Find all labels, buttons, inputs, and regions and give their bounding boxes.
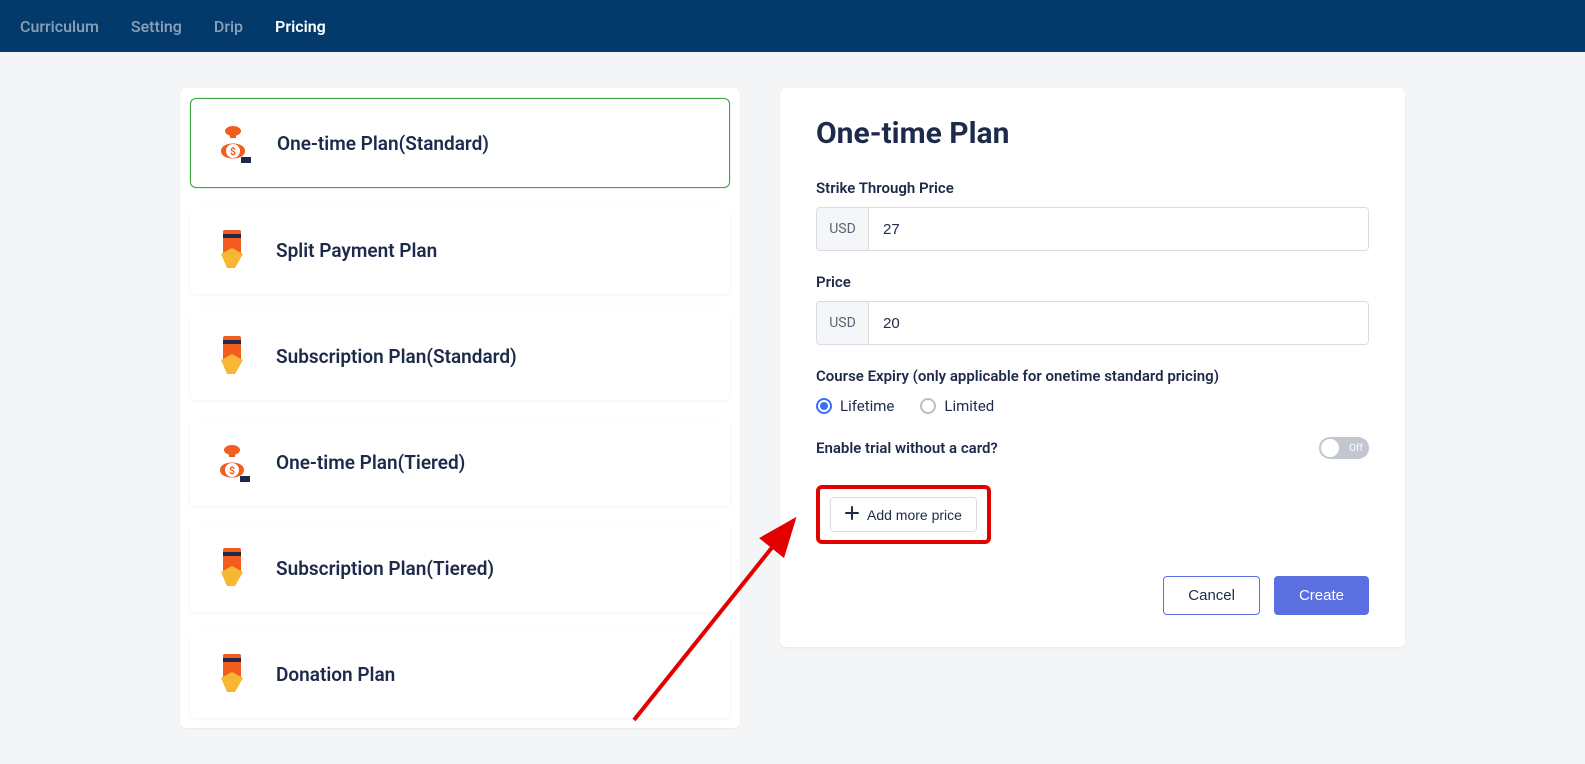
price-label: Price	[816, 273, 1369, 291]
plan-label: Split Payment Plan	[276, 239, 437, 262]
toggle-off-text: Off	[1349, 443, 1363, 454]
main-content: $ One-time Plan(Standard) Split Payment …	[0, 52, 1585, 764]
annotation-highlight: Add more price	[816, 485, 991, 544]
svg-text:$: $	[229, 464, 235, 477]
plan-label: One-time Plan(Standard)	[277, 132, 489, 155]
radio-dot-icon	[816, 398, 832, 414]
card-hand-icon	[210, 228, 254, 272]
price-group: Price USD	[816, 273, 1369, 345]
tab-setting[interactable]: Setting	[131, 17, 182, 36]
tab-curriculum[interactable]: Curriculum	[20, 17, 99, 36]
radio-lifetime-label: Lifetime	[840, 397, 894, 415]
tab-drip[interactable]: Drip	[214, 17, 243, 36]
add-more-price-button[interactable]: Add more price	[830, 497, 977, 532]
radio-limited-label: Limited	[944, 397, 994, 415]
strike-price-label: Strike Through Price	[816, 179, 1369, 197]
plan-label: Donation Plan	[276, 663, 395, 686]
plan-subscription-standard[interactable]: Subscription Plan(Standard)	[190, 312, 730, 400]
trial-toggle-row: Enable trial without a card? Off	[816, 437, 1369, 459]
card-hand-icon	[210, 652, 254, 696]
radio-limited[interactable]: Limited	[920, 397, 994, 415]
expiry-group: Course Expiry (only applicable for oneti…	[816, 367, 1369, 415]
currency-prefix: USD	[817, 208, 869, 250]
pricing-form: One-time Plan Strike Through Price USD P…	[780, 88, 1405, 647]
money-bag-icon: $	[211, 121, 255, 165]
card-hand-icon	[210, 334, 254, 378]
top-nav: Curriculum Setting Drip Pricing	[0, 0, 1585, 52]
expiry-label: Course Expiry (only applicable for oneti…	[816, 367, 1369, 385]
plus-icon	[845, 506, 859, 523]
plan-label: Subscription Plan(Standard)	[276, 345, 517, 368]
create-button[interactable]: Create	[1274, 576, 1369, 615]
trial-label: Enable trial without a card?	[816, 439, 998, 457]
plan-donation[interactable]: Donation Plan	[190, 630, 730, 718]
money-bag-icon: $	[210, 440, 254, 484]
strike-price-group: Strike Through Price USD	[816, 179, 1369, 251]
radio-lifetime[interactable]: Lifetime	[816, 397, 894, 415]
plan-subscription-tiered[interactable]: Subscription Plan(Tiered)	[190, 524, 730, 612]
trial-toggle[interactable]: Off	[1319, 437, 1369, 459]
cancel-button[interactable]: Cancel	[1163, 576, 1260, 615]
form-title: One-time Plan	[816, 116, 1369, 151]
currency-prefix: USD	[817, 302, 869, 344]
price-input[interactable]	[869, 302, 1368, 344]
tab-pricing[interactable]: Pricing	[275, 17, 326, 36]
plan-split-payment[interactable]: Split Payment Plan	[190, 206, 730, 294]
add-more-price-label: Add more price	[867, 507, 962, 523]
card-hand-icon	[210, 546, 254, 590]
plan-label: One-time Plan(Tiered)	[276, 451, 465, 474]
radio-dot-icon	[920, 398, 936, 414]
strike-price-input[interactable]	[869, 208, 1368, 250]
plan-onetime-tiered[interactable]: $ One-time Plan(Tiered)	[190, 418, 730, 506]
plan-onetime-standard[interactable]: $ One-time Plan(Standard)	[190, 98, 730, 188]
plan-list: $ One-time Plan(Standard) Split Payment …	[180, 88, 740, 728]
form-footer: Cancel Create	[816, 576, 1369, 615]
plan-label: Subscription Plan(Tiered)	[276, 557, 494, 580]
svg-text:$: $	[230, 145, 236, 158]
